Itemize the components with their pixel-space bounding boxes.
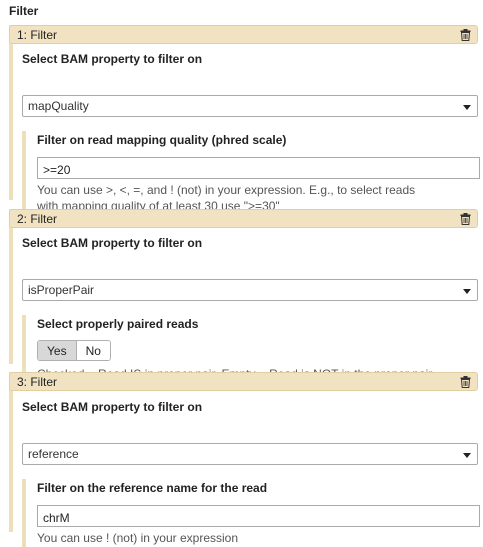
property-select[interactable]: reference [22,443,478,465]
condition-label: Select properly paired reads [37,317,199,331]
filter-header-label: 2: Filter [17,212,58,226]
filter-block-1: 1: Filter Select BAM property to filter … [9,25,480,216]
filter-header-3: 3: Filter [9,372,478,391]
property-select-value: isProperPair [28,283,95,297]
chevron-down-icon [463,289,471,294]
toggle-yes-button[interactable]: Yes [38,341,77,360]
filter-header-2: 2: Filter [9,209,478,228]
condition-label: Filter on the reference name for the rea… [37,481,268,495]
filter-block-2: 2: Filter Select BAM property to filter … [9,209,478,381]
property-label: Select BAM property to filter on [22,52,203,66]
condition-block: Filter on the reference name for the rea… [22,479,480,547]
property-label: Select BAM property to filter on [22,400,203,414]
condition-block: Filter on read mapping quality (phred sc… [22,131,480,216]
help-text: You can use ! (not) in your expression [37,531,239,545]
chevron-down-icon [463,453,471,458]
help-line: You can use >, <, =, and ! (not) in your… [37,183,416,197]
filter-block-3: 3: Filter Select BAM property to filter … [9,372,480,547]
proper-pair-toggle: Yes No [37,340,111,361]
property-select-value: reference [28,447,79,461]
trash-icon[interactable] [460,213,471,225]
property-select-value: mapQuality [28,99,89,113]
filter-header-label: 1: Filter [17,28,58,42]
expression-input[interactable] [37,157,480,179]
trash-icon[interactable] [460,29,471,41]
condition-label: Filter on read mapping quality (phred sc… [37,133,287,147]
expression-input[interactable] [37,505,480,527]
property-select[interactable]: mapQuality [22,95,478,117]
trash-icon[interactable] [460,376,471,388]
property-label: Select BAM property to filter on [22,236,203,250]
filter-header-label: 3: Filter [17,375,58,389]
filter-header-1: 1: Filter [9,25,478,44]
toggle-no-button[interactable]: No [76,341,110,360]
chevron-down-icon [463,105,471,110]
section-title: Filter [9,4,39,18]
property-select[interactable]: isProperPair [22,279,478,301]
